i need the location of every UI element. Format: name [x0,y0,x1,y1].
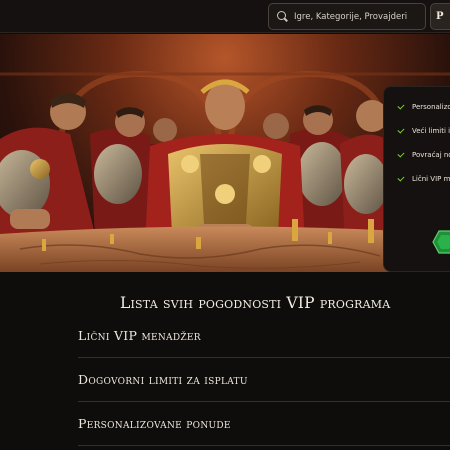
hero-banner: Personalizo Veći limiti i Povraćaj no Li… [0,34,450,272]
top-bar: P [0,0,450,33]
search-box[interactable] [268,3,426,30]
check-icon [397,102,405,110]
check-icon [397,174,405,182]
soldier-left-2 [90,107,150,239]
benefit-row-personal-offers[interactable]: Personalizovane ponude [78,402,450,446]
benefit-row-payout-limits[interactable]: Dogovorni limiti za isplatu [78,358,450,402]
check-icon [397,150,405,158]
vip-benefits-card: Personalizo Veći limiti i Povraćaj no Li… [383,86,450,272]
search-input[interactable] [294,11,424,22]
gem-icon[interactable] [432,230,450,254]
benefit-label: Veći limiti i [412,127,450,135]
benefit-row-label: Lični VIP menadžer [78,328,201,343]
emperor [145,79,305,246]
soldier-left-1 [0,93,95,244]
benefit-row-label: Dogovorni limiti za isplatu [78,372,248,387]
benefit-row-vip-manager[interactable]: Lični VIP menadžer [78,314,450,358]
benefit-item: Povraćaj no [397,150,450,159]
benefit-label: Povraćaj no [412,151,450,159]
benefit-row-label: Personalizovane ponude [78,416,231,431]
topbar-button[interactable]: P [430,3,450,30]
benefit-item: Lični VIP m [397,174,450,183]
benefit-item: Personalizo [397,102,450,111]
benefit-label: Lični VIP m [412,175,450,183]
section-title: Lista svih pogodnosti VIP programa [120,294,391,312]
benefit-label: Personalizo [412,103,450,111]
search-icon [277,11,288,22]
check-icon [397,126,405,134]
benefit-item: Veći limiti i [397,126,450,135]
